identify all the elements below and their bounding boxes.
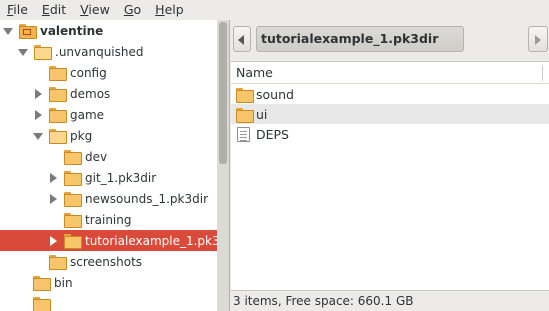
folder-open-icon	[49, 129, 67, 144]
folder-icon	[64, 234, 82, 249]
menubar: File Edit View Go Help	[0, 0, 549, 20]
menu-help[interactable]: Help	[148, 0, 191, 20]
tree-scrollbar-thumb[interactable]	[219, 22, 227, 164]
tree-item-git-pk3dir[interactable]: git_1.pk3dir	[0, 167, 217, 188]
folder-open-icon	[34, 45, 52, 60]
file-row-ui[interactable]: ui	[231, 104, 549, 124]
path-forward-arrow-icon[interactable]	[528, 26, 548, 52]
column-header-name[interactable]: Name	[231, 62, 549, 84]
folder-icon	[64, 213, 82, 228]
path-back-arrow-icon[interactable]	[233, 26, 251, 52]
folder-icon	[49, 108, 67, 123]
folder-icon	[33, 297, 51, 311]
expander-closed-icon[interactable]	[48, 193, 58, 204]
file-view-panel: tutorialexample_1.pk3dir Name sound ui D…	[231, 20, 549, 311]
directory-tree[interactable]: valentine .unvanquished config demos gam…	[0, 20, 230, 311]
expander-open-icon[interactable]	[33, 131, 43, 141]
menu-view[interactable]: View	[73, 0, 117, 20]
text-file-icon	[237, 126, 250, 142]
expander-closed-icon[interactable]	[48, 235, 58, 246]
tree-item-screenshots[interactable]: screenshots	[0, 251, 217, 272]
expander-open-icon[interactable]	[3, 26, 13, 36]
folder-icon	[49, 66, 67, 81]
menu-go[interactable]: Go	[117, 0, 148, 20]
tree-item-bin[interactable]: bin	[0, 272, 217, 293]
tree-item-newsounds-pk3dir[interactable]: newsounds_1.pk3dir	[0, 188, 217, 209]
expander-closed-icon[interactable]	[33, 88, 43, 99]
menu-edit[interactable]: Edit	[35, 0, 73, 20]
tree-item-config[interactable]: config	[0, 62, 217, 83]
file-row-sound[interactable]: sound	[231, 84, 549, 104]
folder-icon	[236, 107, 254, 123]
tree-item-dev[interactable]: dev	[0, 146, 217, 167]
tree-item-unvanquished[interactable]: .unvanquished	[0, 41, 217, 62]
path-bar: tutorialexample_1.pk3dir	[231, 26, 549, 52]
tree-item-training[interactable]: training	[0, 209, 217, 230]
file-list[interactable]: Name sound ui DEPS	[231, 61, 549, 291]
tree-item-valentine[interactable]: valentine	[0, 20, 217, 41]
folder-icon	[49, 255, 67, 270]
tree-item-tutorialexample-pk3dir[interactable]: tutorialexample_1.pk3dir	[0, 230, 217, 251]
status-bar: 3 items, Free space: 660.1 GB	[233, 294, 414, 308]
folder-icon	[49, 87, 67, 102]
tree-item-game[interactable]: game	[0, 104, 217, 125]
folder-icon	[64, 171, 82, 186]
tree-item-partial[interactable]	[0, 293, 217, 311]
folder-icon	[64, 192, 82, 207]
path-current-button[interactable]: tutorialexample_1.pk3dir	[256, 26, 464, 52]
folder-icon	[236, 87, 254, 103]
folder-icon	[33, 276, 51, 291]
tree-scrollbar[interactable]	[217, 20, 229, 311]
home-folder-icon	[19, 24, 37, 39]
expander-closed-icon[interactable]	[33, 109, 43, 120]
expander-open-icon[interactable]	[18, 47, 28, 57]
tree-item-pkg[interactable]: pkg	[0, 125, 217, 146]
file-row-deps[interactable]: DEPS	[231, 124, 549, 144]
tree-item-demos[interactable]: demos	[0, 83, 217, 104]
folder-icon	[64, 150, 82, 165]
expander-closed-icon[interactable]	[48, 172, 58, 183]
menu-file[interactable]: File	[0, 0, 35, 20]
